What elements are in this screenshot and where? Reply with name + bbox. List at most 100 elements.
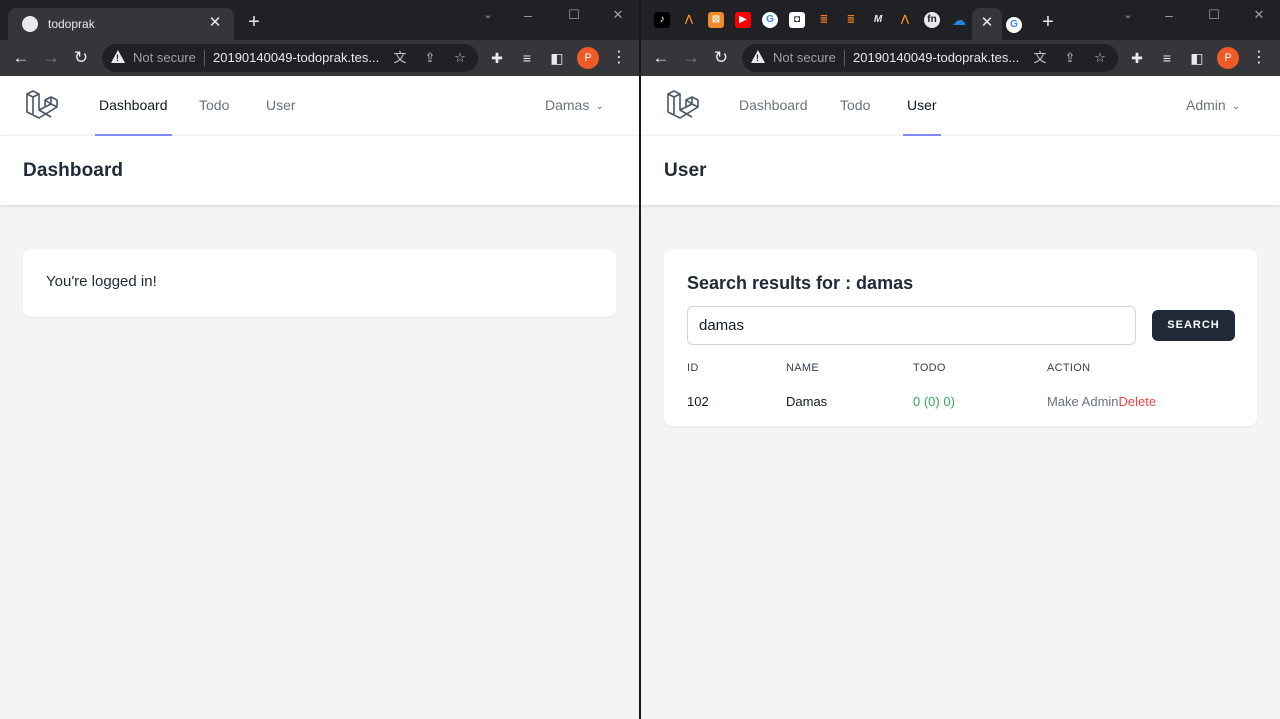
reload-icon[interactable]: ↻	[70, 47, 92, 69]
status-card: You're logged in!	[23, 249, 616, 317]
user-name: Admin	[1186, 97, 1226, 113]
close-window-icon[interactable]: ✕	[1247, 6, 1271, 24]
omnibox-separator	[204, 50, 205, 66]
not-secure-icon	[751, 50, 765, 63]
globe-icon	[22, 16, 38, 32]
translate-icon[interactable]: 文	[1032, 50, 1048, 66]
cell-id: 102	[687, 394, 709, 409]
security-label: Not secure	[773, 50, 836, 65]
minimize-icon[interactable]: –	[1157, 6, 1181, 24]
forward-icon[interactable]: →	[40, 47, 62, 69]
new-tab-icon[interactable]: +	[1037, 12, 1059, 34]
app-tab-icon[interactable]: ◘	[789, 12, 805, 28]
make-admin-link[interactable]: Make Admin	[1047, 394, 1119, 409]
bookmark-star-icon[interactable]: ☆	[452, 50, 468, 66]
url-text: 20190140049-todoprak.tes...	[853, 50, 1020, 65]
extensions-icon[interactable]: ✚	[1127, 48, 1147, 68]
app-navbar: Dashboard Todo User Admin ⌄	[641, 76, 1280, 136]
maximize-icon[interactable]: ☐	[1202, 6, 1226, 24]
page-content: Dashboard Todo User Damas ⌄ Dashboard You…	[0, 76, 639, 719]
browser-tab-todoprak[interactable]: todoprak ✕	[8, 8, 234, 40]
close-tab-icon[interactable]: ✕	[978, 14, 996, 32]
page-title: User	[664, 160, 707, 181]
translate-icon[interactable]: 文	[392, 50, 408, 66]
app-navbar: Dashboard Todo User Damas ⌄	[0, 76, 639, 136]
tab-search-icon[interactable]: ⌄	[1116, 6, 1140, 24]
share-icon[interactable]: ⇪	[422, 50, 438, 66]
browser-window-right: ♪ ⋀ ⊠ ▶ G ◘ ≣ ≣ M ⋀ fn ☁ ✕ G + ⌄ – ☐ ✕ ←…	[641, 0, 1280, 719]
nav-dashboard[interactable]: Dashboard	[735, 76, 812, 136]
logged-in-message: You're logged in!	[46, 273, 157, 290]
bookmark-star-icon[interactable]: ☆	[1092, 50, 1108, 66]
profile-avatar[interactable]: P	[1217, 47, 1239, 69]
archive-tab-icon[interactable]: ⋀	[681, 12, 697, 28]
share-icon[interactable]: ⇪	[1062, 50, 1078, 66]
tiktok-tab-icon[interactable]: ♪	[654, 12, 670, 28]
side-panel-icon[interactable]: ◧	[547, 48, 567, 68]
user-dropdown[interactable]: Admin ⌄	[1186, 76, 1240, 134]
security-label: Not secure	[133, 50, 196, 65]
google-tab-icon-2[interactable]: G	[1006, 17, 1022, 33]
not-secure-icon	[111, 50, 125, 63]
minimize-icon[interactable]: –	[516, 6, 540, 24]
cell-name: Damas	[786, 394, 828, 409]
reading-list-icon[interactable]: ≡	[1157, 48, 1177, 68]
address-bar[interactable]: Not secure 20190140049-todoprak.tes... 文…	[742, 44, 1118, 72]
onedrive-tab-icon[interactable]: ☁	[951, 12, 967, 28]
column-header-name: NAME	[786, 362, 819, 374]
archive-tab-icon-2[interactable]: ⋀	[897, 12, 913, 28]
page-content: Dashboard Todo User Admin ⌄ User Search r…	[641, 76, 1280, 719]
nav-dashboard[interactable]: Dashboard	[95, 76, 172, 136]
search-input[interactable]	[687, 306, 1136, 345]
reload-icon[interactable]: ↻	[710, 47, 732, 69]
extensions-icon[interactable]: ✚	[487, 48, 507, 68]
browser-window-left: todoprak ✕ + ⌄ – ☐ ✕ ← → ↻ Not secure 20…	[0, 0, 639, 719]
omnibox-separator	[844, 50, 845, 66]
laravel-logo-icon[interactable]	[24, 88, 58, 122]
search-results-title: Search results for : damas	[687, 273, 914, 293]
chevron-down-icon: ⌄	[1231, 101, 1241, 112]
laravel-logo-icon[interactable]	[665, 88, 699, 122]
chrome-menu-icon[interactable]: ⋮	[1250, 48, 1268, 68]
chevron-down-icon: ⌄	[595, 101, 604, 112]
page-title: Dashboard	[23, 160, 124, 181]
column-header-action: ACTION	[1047, 362, 1091, 374]
profile-avatar[interactable]: P	[577, 47, 599, 69]
nav-todo[interactable]: Todo	[195, 76, 233, 136]
back-icon[interactable]: ←	[650, 47, 672, 69]
nav-user[interactable]: User	[903, 76, 941, 136]
google-tab-icon[interactable]: G	[762, 12, 778, 28]
reading-list-icon[interactable]: ≡	[517, 48, 537, 68]
fn-tab-icon[interactable]: fn	[924, 12, 940, 28]
cell-actions: Make AdminDelete	[1047, 394, 1156, 409]
tab-strip: todoprak ✕ + ⌄ – ☐ ✕	[0, 0, 639, 40]
stackoverflow-tab-icon[interactable]: ≣	[816, 12, 832, 28]
nav-user[interactable]: User	[262, 76, 300, 136]
browser-toolbar: ← → ↻ Not secure 20190140049-todoprak.te…	[0, 40, 639, 76]
nav-todo[interactable]: Todo	[836, 76, 874, 136]
tab-strip: ♪ ⋀ ⊠ ▶ G ◘ ≣ ≣ M ⋀ fn ☁ ✕ G + ⌄ – ☐ ✕	[641, 0, 1280, 40]
search-button[interactable]: SEARCH	[1152, 310, 1235, 341]
maximize-icon[interactable]: ☐	[562, 6, 586, 24]
active-tab[interactable]: ✕	[972, 8, 1002, 40]
tab-search-icon[interactable]: ⌄	[476, 6, 500, 24]
delete-link[interactable]: Delete	[1119, 394, 1157, 409]
user-dropdown[interactable]: Damas ⌄	[545, 76, 604, 134]
stackoverflow-tab-icon-2[interactable]: ≣	[843, 12, 859, 28]
medium-tab-icon[interactable]: M	[870, 12, 886, 28]
new-tab-icon[interactable]: +	[243, 12, 265, 34]
url-text: 20190140049-todoprak.tes...	[213, 50, 380, 65]
close-window-icon[interactable]: ✕	[606, 6, 630, 24]
side-panel-icon[interactable]: ◧	[1187, 48, 1207, 68]
forward-icon[interactable]: →	[680, 47, 702, 69]
tab-title: todoprak	[48, 17, 95, 31]
youtube-tab-icon[interactable]: ▶	[735, 12, 751, 28]
address-bar[interactable]: Not secure 20190140049-todoprak.tes... 文…	[102, 44, 478, 72]
xampp-tab-icon[interactable]: ⊠	[708, 12, 724, 28]
cell-todo-count: 0 (0) 0)	[913, 394, 955, 409]
chrome-menu-icon[interactable]: ⋮	[610, 48, 628, 68]
page-header: Dashboard	[0, 136, 639, 205]
user-search-card: Search results for : damas SEARCH ID NAM…	[664, 249, 1257, 426]
close-tab-icon[interactable]: ✕	[206, 14, 224, 32]
back-icon[interactable]: ←	[10, 47, 32, 69]
